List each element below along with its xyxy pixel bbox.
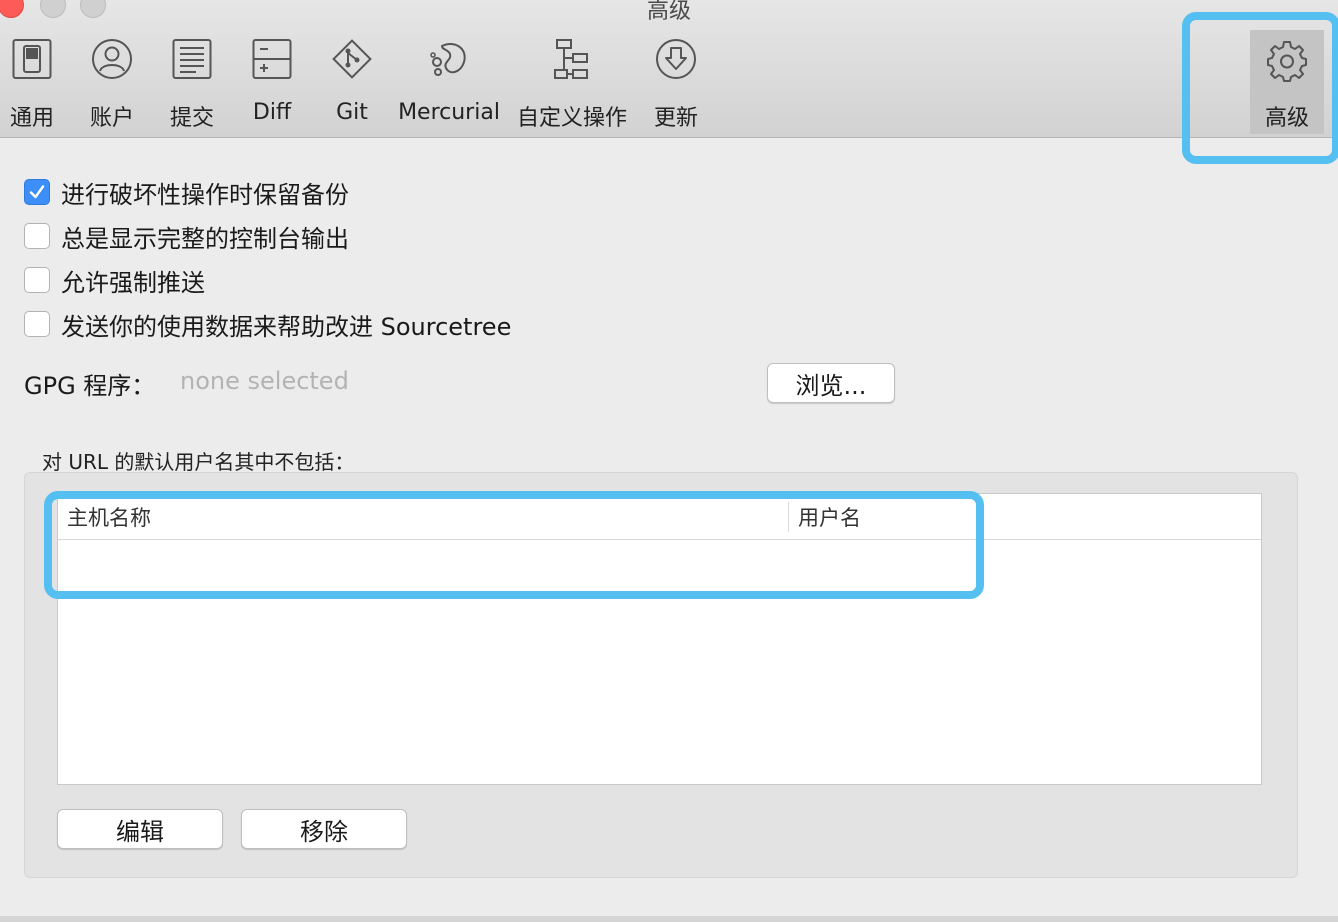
toolbar: 高级 通用 账户 提交 Diff Git Mercurial 自定义操作 更新 …: [0, 0, 1338, 138]
full-console-checkbox[interactable]: [24, 223, 50, 249]
checkmark-icon: [29, 185, 45, 199]
column-divider[interactable]: [788, 502, 789, 532]
diff-plus-minus-icon: [252, 39, 292, 79]
option-full-console[interactable]: 总是显示完整的控制台输出: [24, 221, 349, 253]
git-branch-icon: [332, 39, 372, 79]
force-push-checkbox[interactable]: [24, 267, 50, 293]
keep-backup-checkbox[interactable]: [24, 179, 50, 205]
tab-account[interactable]: 账户: [84, 38, 140, 133]
commit-document-icon: [172, 39, 212, 79]
tab-label: 提交: [169, 106, 214, 131]
url-exclusions-table[interactable]: 主机名称 用户名: [57, 493, 1262, 785]
tab-label: 更新: [653, 106, 698, 131]
column-header-username[interactable]: 用户名: [798, 502, 861, 532]
keep-backup-label: 进行破坏性操作时保留备份: [61, 180, 349, 209]
tab-label: 自定义操作: [516, 106, 627, 131]
account-user-icon: [92, 39, 132, 79]
option-keep-backup[interactable]: 进行破坏性操作时保留备份: [24, 177, 349, 209]
tab-custom-actions[interactable]: 自定义操作: [514, 38, 630, 133]
table-header: 主机名称 用户名: [58, 494, 1261, 540]
general-switch-icon: [12, 39, 52, 79]
tab-label: Git: [336, 100, 368, 125]
option-usage-data[interactable]: 发送你的使用数据来帮助改进 Sourcetree: [24, 309, 512, 341]
tab-advanced[interactable]: 高级: [1250, 30, 1324, 134]
column-header-hostname[interactable]: 主机名称: [67, 502, 151, 532]
update-download-icon: [656, 39, 696, 79]
tab-label: Mercurial: [398, 100, 500, 125]
force-push-label: 允许强制推送: [61, 268, 205, 297]
tab-general[interactable]: 通用: [4, 38, 60, 133]
usage-data-checkbox[interactable]: [24, 311, 50, 337]
tab-label: 高级: [1264, 106, 1309, 131]
tab-commit[interactable]: 提交: [164, 38, 220, 133]
tab-label: 通用: [9, 106, 54, 131]
window-bottom-edge: [0, 916, 1338, 922]
browse-button[interactable]: 浏览...: [767, 363, 895, 403]
remove-button[interactable]: 移除: [241, 809, 407, 849]
tab-label: Diff: [252, 100, 292, 125]
usage-data-label: 发送你的使用数据来帮助改进 Sourcetree: [61, 312, 512, 341]
edit-button[interactable]: 编辑: [57, 809, 223, 849]
tab-update[interactable]: 更新: [648, 38, 704, 133]
option-force-push[interactable]: 允许强制推送: [24, 265, 205, 297]
tab-mercurial[interactable]: Mercurial: [398, 38, 500, 133]
gpg-program-value: none selected: [180, 367, 349, 395]
custom-actions-icon: [554, 39, 588, 79]
tab-git[interactable]: Git: [324, 38, 380, 133]
gear-icon: [1267, 41, 1307, 82]
tab-label: 账户: [89, 106, 134, 131]
window-title: 高级: [646, 0, 691, 24]
gpg-program-label: GPG 程序：: [24, 372, 156, 400]
full-console-label: 总是显示完整的控制台输出: [61, 224, 349, 253]
tab-diff[interactable]: Diff: [244, 38, 300, 133]
url-exclusions-title: 对 URL 的默认用户名其中不包括：: [42, 450, 355, 474]
mercurial-icon: [430, 43, 466, 76]
